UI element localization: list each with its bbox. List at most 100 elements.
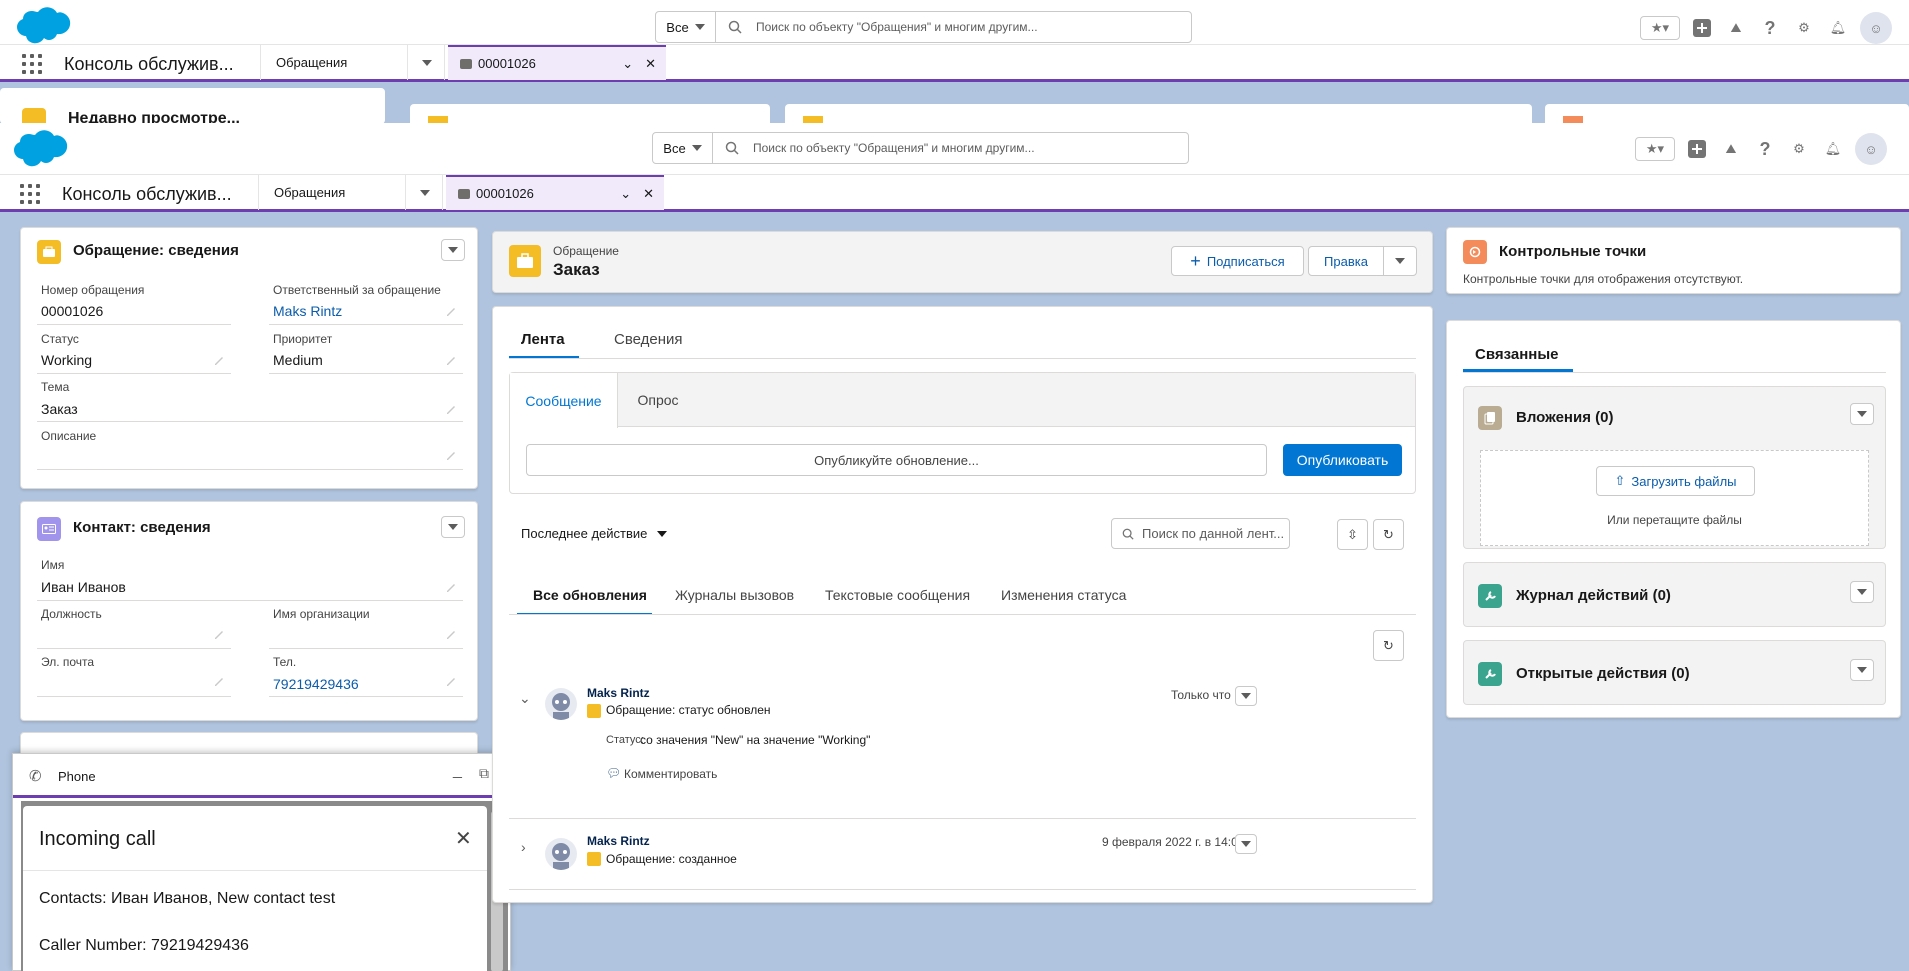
help-icon[interactable]: ? <box>1753 137 1777 161</box>
case-details-card: Обращение: сведения Номер обращения 0000… <box>20 227 478 489</box>
publisher-tab-post[interactable]: Сообщение <box>510 373 618 428</box>
publish-button[interactable]: Опубликовать <box>1283 444 1402 476</box>
related-card: Связанные Вложения (0) ⇧ Загрузить файлы … <box>1446 320 1901 718</box>
search-scope-select-bg[interactable]: Все <box>656 12 716 42</box>
gear-icon[interactable]: ⚙ <box>1792 16 1816 40</box>
nav-menu-chevron[interactable] <box>410 45 445 80</box>
close-icon[interactable]: ✕ <box>643 186 654 202</box>
bell-icon[interactable]: 🔔︎ <box>1826 16 1850 40</box>
tab-cases[interactable]: Обращения <box>258 175 406 210</box>
nav-menu-chevron[interactable] <box>408 175 443 210</box>
tab-record-bg[interactable]: 00001026 ⌄ ✕ <box>448 45 666 80</box>
filter-tab-calls[interactable]: Журналы вызовов <box>675 587 794 603</box>
refresh-icon[interactable]: ↻ <box>1373 630 1404 661</box>
feed-item-menu[interactable] <box>1235 834 1257 854</box>
user-avatar[interactable]: ☺ <box>1860 12 1892 44</box>
bell-icon[interactable]: 🔔︎ <box>1821 137 1845 161</box>
edit-pencil-icon[interactable] <box>213 675 225 687</box>
filter-tab-texts[interactable]: Текстовые сообщения <box>825 587 970 603</box>
card-title: Обращение: сведения <box>73 242 239 259</box>
recent-card-fragment: Недавно просмотре... <box>0 88 385 124</box>
owner-link[interactable]: Maks Rintz <box>273 303 342 319</box>
author-link[interactable]: Maks Rintz <box>587 686 650 700</box>
comment-link[interactable]: Комментировать <box>624 767 717 781</box>
card-menu-button[interactable] <box>441 516 465 538</box>
favorites-icon[interactable]: ★▾ <box>1640 16 1680 40</box>
global-create-icon[interactable] <box>1690 16 1714 40</box>
caller-number: Caller Number: 79219429436 <box>39 937 249 954</box>
filter-tab-all[interactable]: Все обновления <box>533 587 647 603</box>
card-menu-button[interactable] <box>441 239 465 261</box>
more-actions-button[interactable] <box>1383 246 1417 276</box>
chevron-right-icon[interactable]: › <box>521 839 526 855</box>
card-title[interactable]: Вложения (0) <box>1516 409 1613 426</box>
edit-pencil-icon[interactable] <box>445 403 457 415</box>
feed-time[interactable]: Только что <box>1171 688 1231 702</box>
edit-pencil-icon[interactable] <box>445 354 457 366</box>
edit-pencil-icon[interactable] <box>445 675 457 687</box>
refresh-icon[interactable]: ↻ <box>1373 519 1404 550</box>
comment-icon: 💬︎ <box>606 766 622 780</box>
chevron-down-icon[interactable]: ⌄ <box>620 186 631 202</box>
global-create-icon[interactable] <box>1685 137 1709 161</box>
gear-icon[interactable]: ⚙ <box>1787 137 1811 161</box>
field-label: Эл. почта <box>41 655 95 669</box>
detail-text: со значения "New" на значение "Working" <box>640 733 871 747</box>
edit-pencil-icon[interactable] <box>445 449 457 461</box>
file-drop-zone[interactable]: ⇧ Загрузить файлы Или перетащите файлы <box>1480 450 1869 546</box>
filter-tab-status[interactable]: Изменения статуса <box>1001 587 1126 603</box>
feed-search-input[interactable]: Поиск по данной лент... <box>1111 518 1290 549</box>
tab-details[interactable]: Сведения <box>614 331 683 348</box>
collapse-all-icon[interactable]: ⇳ <box>1337 519 1368 550</box>
trailhead-icon[interactable]: ⛰ <box>1719 137 1743 161</box>
list-menu-button[interactable] <box>1850 659 1874 681</box>
chevron-down-icon[interactable]: ⌄ <box>622 56 633 72</box>
edit-pencil-icon[interactable] <box>445 628 457 640</box>
author-link[interactable]: Maks Rintz <box>587 834 650 848</box>
tab-feed[interactable]: Лента <box>521 331 565 348</box>
list-menu-button[interactable] <box>1850 581 1874 603</box>
feed-item-menu[interactable] <box>1235 686 1257 706</box>
edit-pencil-icon[interactable] <box>213 628 225 640</box>
global-search-bg[interactable]: Все Поиск по объекту "Обращения" и многи… <box>655 11 1192 43</box>
close-icon[interactable]: ✕ <box>455 826 472 851</box>
app-launcher-icon[interactable] <box>22 54 42 74</box>
drop-label: Или перетащите файлы <box>1607 513 1742 527</box>
edit-pencil-icon[interactable] <box>213 354 225 366</box>
upload-files-button[interactable]: ⇧ Загрузить файлы <box>1596 466 1755 496</box>
edit-button[interactable]: Правка <box>1308 246 1384 276</box>
help-icon[interactable]: ? <box>1758 16 1782 40</box>
popout-icon[interactable]: ⧉ <box>479 765 489 782</box>
tab-related[interactable]: Связанные <box>1475 346 1558 363</box>
card-title[interactable]: Открытые действия (0) <box>1516 665 1690 682</box>
avatar[interactable] <box>545 688 577 720</box>
feed-time[interactable]: 9 февраля 2022 г. в 14:03 <box>1102 835 1244 849</box>
incoming-call-title: Incoming call <box>39 828 156 850</box>
phone-softphone-frame: Incoming call ✕ Contacts: Иван Иванов, N… <box>21 801 508 971</box>
chevron-down-icon <box>1241 841 1251 847</box>
trailhead-icon[interactable]: ⛰ <box>1724 16 1748 40</box>
search-scope-select[interactable]: Все <box>653 133 713 163</box>
publisher-tab-poll[interactable]: Опрос <box>618 373 698 427</box>
edit-pencil-icon[interactable] <box>445 305 457 317</box>
tab-record[interactable]: 00001026 ⌄ ✕ <box>446 175 664 210</box>
card-title[interactable]: Журнал действий (0) <box>1516 587 1671 604</box>
tab-cases-bg[interactable]: Обращения <box>260 45 408 80</box>
global-search[interactable]: Все Поиск по объекту "Обращения" и многи… <box>652 132 1189 164</box>
minimize-icon[interactable]: _ <box>453 762 462 780</box>
publisher-input[interactable]: Опубликуйте обновление... <box>526 444 1267 476</box>
phone-link[interactable]: 79219429436 <box>273 676 359 692</box>
edit-pencil-icon[interactable] <box>445 581 457 593</box>
app-launcher-icon[interactable] <box>20 184 40 204</box>
chevron-down-icon <box>1857 411 1867 417</box>
follow-button[interactable]: + Подписаться <box>1171 246 1304 276</box>
favorites-icon[interactable]: ★▾ <box>1635 137 1675 161</box>
close-icon[interactable]: ✕ <box>645 56 656 72</box>
list-menu-button[interactable] <box>1850 403 1874 425</box>
card-title: Контакт: сведения <box>73 519 211 536</box>
global-header: Все Поиск по объекту "Обращения" и многи… <box>0 123 1909 175</box>
chevron-down-icon[interactable]: ⌄ <box>519 690 531 707</box>
avatar[interactable] <box>545 838 577 870</box>
sort-dropdown[interactable]: Последнее действие <box>521 526 668 541</box>
user-avatar[interactable]: ☺ <box>1855 133 1887 165</box>
